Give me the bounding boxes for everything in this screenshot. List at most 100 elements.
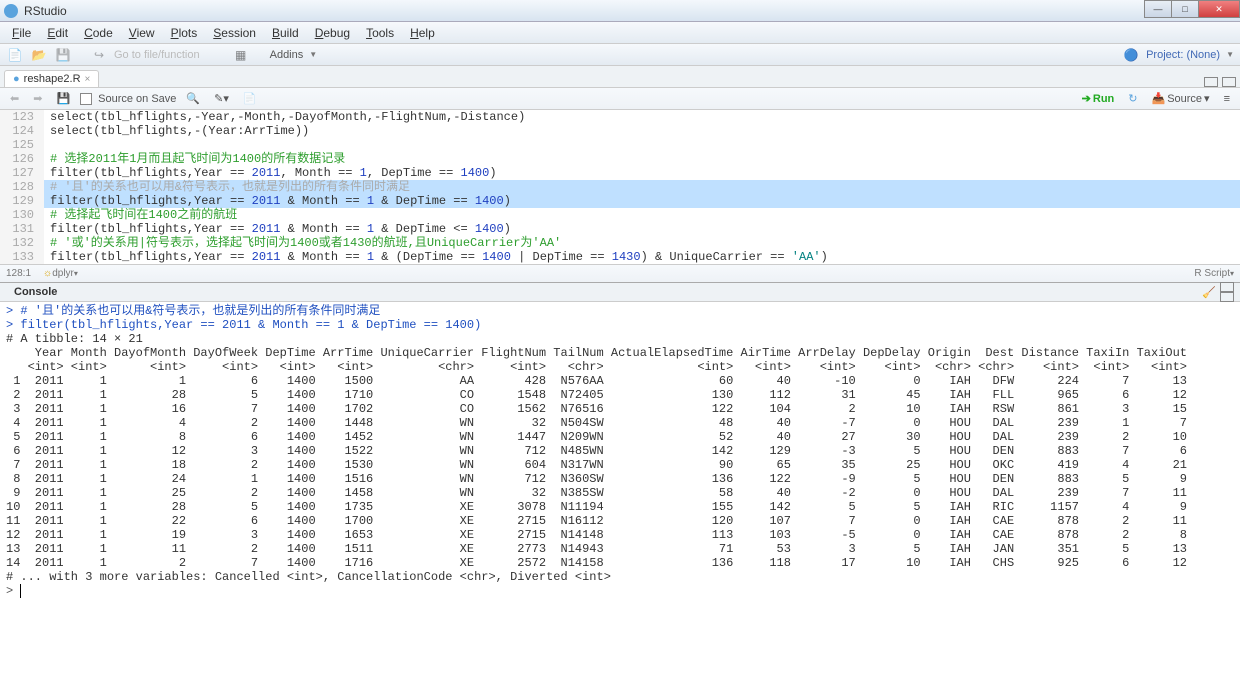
console-line: > # '且'的关系也可以用&符号表示，也就是列出的所有条件同时满足	[6, 304, 1234, 318]
r-file-icon: ●	[13, 73, 20, 85]
line-code: filter(tbl_hflights,Year == 2011 & Month…	[44, 222, 1240, 236]
editor-tabs: ● reshape2.R ×	[0, 66, 1240, 88]
source-button[interactable]: 📥 Source ▾	[1147, 90, 1213, 107]
rerun-button[interactable]: ↻	[1124, 90, 1141, 107]
line-code: # 选择2011年1月而且起飞时间为1400的所有数据记录	[44, 152, 1240, 166]
editor-line[interactable]: 132# '或'的关系用|符号表示，选择起飞时间为1400或者1430的航班,且…	[0, 236, 1240, 250]
pane-maximize-icon[interactable]	[1220, 292, 1234, 302]
editor-line[interactable]: 127filter(tbl_hflights,Year == 2011, Mon…	[0, 166, 1240, 180]
editor-line[interactable]: 129filter(tbl_hflights,Year == 2011 & Mo…	[0, 194, 1240, 208]
dropdown-icon: ▾	[1230, 269, 1234, 278]
editor-line[interactable]: 130# 选择起飞时间在1400之前的航班	[0, 208, 1240, 222]
minimize-button[interactable]: —	[1144, 0, 1172, 18]
scope-breadcrumb[interactable]: ☼	[43, 268, 52, 279]
source-on-save-label: Source on Save	[98, 93, 176, 105]
menu-code[interactable]: Code	[76, 24, 121, 42]
save-button[interactable]: 💾	[54, 46, 72, 64]
maximize-button[interactable]: □	[1171, 0, 1199, 18]
line-number: 131	[0, 222, 44, 236]
table-header-row: Year Month DayofMonth DayOfWeek DepTime …	[6, 346, 1234, 360]
editor-line[interactable]: 133filter(tbl_hflights,Year == 2011 & Mo…	[0, 250, 1240, 264]
line-number: 124	[0, 124, 44, 138]
language-mode[interactable]: R Script	[1194, 268, 1230, 279]
find-button[interactable]: 🔍	[182, 90, 204, 107]
pane-maximize-icon[interactable]	[1222, 77, 1236, 87]
table-row: 7 2011 1 18 2 1400 1530 WN 604 N317WN 90…	[6, 458, 1234, 472]
editor-statusbar: 128:1 ☼ dplyr ▾ R Script ▾	[0, 264, 1240, 282]
line-number: 132	[0, 236, 44, 250]
table-row: 6 2011 1 12 3 1400 1522 WN 712 N485WN 14…	[6, 444, 1234, 458]
table-row: 8 2011 1 24 1 1400 1516 WN 712 N360SW 13…	[6, 472, 1234, 486]
table-row: 5 2011 1 8 6 1400 1452 WN 1447 N209WN 52…	[6, 430, 1234, 444]
open-project-button[interactable]: 📂	[30, 46, 48, 64]
project-icon: 🔵	[1122, 46, 1140, 64]
console-line: # A tibble: 14 × 21	[6, 332, 1234, 346]
new-file-button[interactable]: 📄	[6, 46, 24, 64]
table-row: 1 2011 1 1 6 1400 1500 AA 428 N576AA 60 …	[6, 374, 1234, 388]
code-editor[interactable]: 123select(tbl_hflights,-Year,-Month,-Day…	[0, 110, 1240, 264]
menu-help[interactable]: Help	[402, 24, 443, 42]
main-toolbar: 📄 📂 💾 ↪ Go to file/function ▦ Addins ▼ 🔵…	[0, 44, 1240, 66]
wand-button[interactable]: ✎▾	[210, 90, 233, 107]
menu-view[interactable]: View	[121, 24, 163, 42]
console-prompt: >	[6, 584, 1234, 598]
run-button[interactable]: ➔ Run	[1078, 90, 1119, 107]
menu-build[interactable]: Build	[264, 24, 307, 42]
table-row: 2 2011 1 28 5 1400 1710 CO 1548 N72405 1…	[6, 388, 1234, 402]
clear-console-icon[interactable]: 🧹	[1198, 286, 1220, 299]
scope-breadcrumb-text[interactable]: dplyr	[52, 268, 74, 279]
editor-line[interactable]: 126# 选择2011年1月而且起飞时间为1400的所有数据记录	[0, 152, 1240, 166]
forward-button[interactable]: ➡	[29, 90, 46, 107]
addins-menu[interactable]: Addins	[270, 49, 304, 61]
goto-file-function[interactable]: Go to file/function	[114, 49, 200, 61]
editor-line[interactable]: 131filter(tbl_hflights,Year == 2011 & Mo…	[0, 222, 1240, 236]
breadcrumb-dropdown-icon: ▾	[74, 269, 78, 278]
save-source-button[interactable]: 💾	[52, 90, 74, 107]
editor-toolbar: ⬅ ➡ 💾 Source on Save 🔍 ✎▾ 📄 ➔ Run ↻ 📥 So…	[0, 88, 1240, 110]
back-button[interactable]: ⬅	[6, 90, 23, 107]
window-controls: — □ ✕	[1145, 0, 1240, 18]
line-number: 128	[0, 180, 44, 194]
line-number: 130	[0, 208, 44, 222]
editor-tab[interactable]: ● reshape2.R ×	[4, 70, 99, 87]
menu-tools[interactable]: Tools	[358, 24, 402, 42]
menu-session[interactable]: Session	[205, 24, 264, 42]
table-row: 9 2011 1 25 2 1400 1458 WN 32 N385SW 58 …	[6, 486, 1234, 500]
close-tab-icon[interactable]: ×	[85, 74, 91, 85]
line-code: filter(tbl_hflights,Year == 2011, Month …	[44, 166, 1240, 180]
menu-edit[interactable]: Edit	[39, 24, 76, 42]
window-titlebar: RStudio — □ ✕	[0, 0, 1240, 22]
line-number: 127	[0, 166, 44, 180]
table-row: 3 2011 1 16 7 1400 1702 CO 1562 N76516 1…	[6, 402, 1234, 416]
cursor-position: 128:1	[6, 268, 31, 279]
line-code: # '或'的关系用|符号表示，选择起飞时间为1400或者1430的航班,且Uni…	[44, 236, 1240, 250]
pane-minimize-icon[interactable]	[1204, 77, 1218, 87]
menu-debug[interactable]: Debug	[307, 24, 358, 42]
report-button[interactable]: 📄	[239, 90, 261, 107]
project-label[interactable]: Project: (None)	[1146, 49, 1220, 61]
console[interactable]: > # '且'的关系也可以用&符号表示，也就是列出的所有条件同时满足> filt…	[0, 302, 1240, 690]
line-code: # '且'的关系也可以用&符号表示，也就是列出的所有条件同时满足	[44, 180, 1240, 194]
menu-file[interactable]: File	[4, 24, 39, 42]
menu-plots[interactable]: Plots	[163, 24, 206, 42]
dropdown-icon: ▼	[1226, 50, 1234, 59]
editor-line[interactable]: 128# '且'的关系也可以用&符号表示，也就是列出的所有条件同时满足	[0, 180, 1240, 194]
pane-minimize-icon[interactable]	[1220, 282, 1234, 292]
editor-line[interactable]: 124select(tbl_hflights,-(Year:ArrTime))	[0, 124, 1240, 138]
table-row: 10 2011 1 28 5 1400 1735 XE 3078 N11194 …	[6, 500, 1234, 514]
goto-button[interactable]: ↪	[90, 46, 108, 64]
editor-line[interactable]: 123select(tbl_hflights,-Year,-Month,-Day…	[0, 110, 1240, 124]
line-number: 125	[0, 138, 44, 152]
grid-button[interactable]: ▦	[232, 46, 250, 64]
line-number: 123	[0, 110, 44, 124]
table-row: 13 2011 1 11 2 1400 1511 XE 2773 N14943 …	[6, 542, 1234, 556]
console-tabs: Console 🧹	[0, 282, 1240, 302]
outline-button[interactable]: ≡	[1220, 91, 1234, 107]
console-tab[interactable]: Console	[6, 284, 65, 300]
source-on-save-checkbox[interactable]	[80, 93, 92, 105]
line-number: 129	[0, 194, 44, 208]
editor-line[interactable]: 125	[0, 138, 1240, 152]
close-button[interactable]: ✕	[1198, 0, 1240, 18]
table-row: 14 2011 1 2 7 1400 1716 XE 2572 N14158 1…	[6, 556, 1234, 570]
line-code: # 选择起飞时间在1400之前的航班	[44, 208, 1240, 222]
